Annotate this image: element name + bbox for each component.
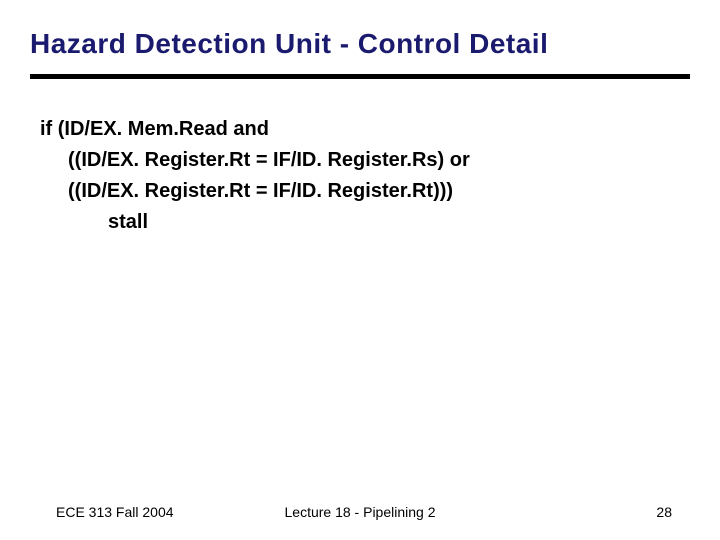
content-block: if (ID/EX. Mem.Read and ((ID/EX. Registe… — [30, 114, 690, 238]
code-line-4: stall — [40, 207, 690, 238]
page-title: Hazard Detection Unit - Control Detail — [30, 28, 690, 79]
footer-lecture: Lecture 18 - Pipelining 2 — [285, 504, 436, 520]
code-line-3: ((ID/EX. Register.Rt = IF/ID. Register.R… — [40, 176, 690, 207]
slide-container: Hazard Detection Unit - Control Detail i… — [0, 0, 720, 540]
footer: ECE 313 Fall 2004 Lecture 18 - Pipelinin… — [0, 504, 720, 520]
footer-course: ECE 313 Fall 2004 — [56, 504, 174, 520]
code-line-1: if (ID/EX. Mem.Read and — [40, 114, 690, 145]
footer-page-number: 28 — [656, 504, 672, 520]
code-line-2: ((ID/EX. Register.Rt = IF/ID. Register.R… — [40, 145, 690, 176]
